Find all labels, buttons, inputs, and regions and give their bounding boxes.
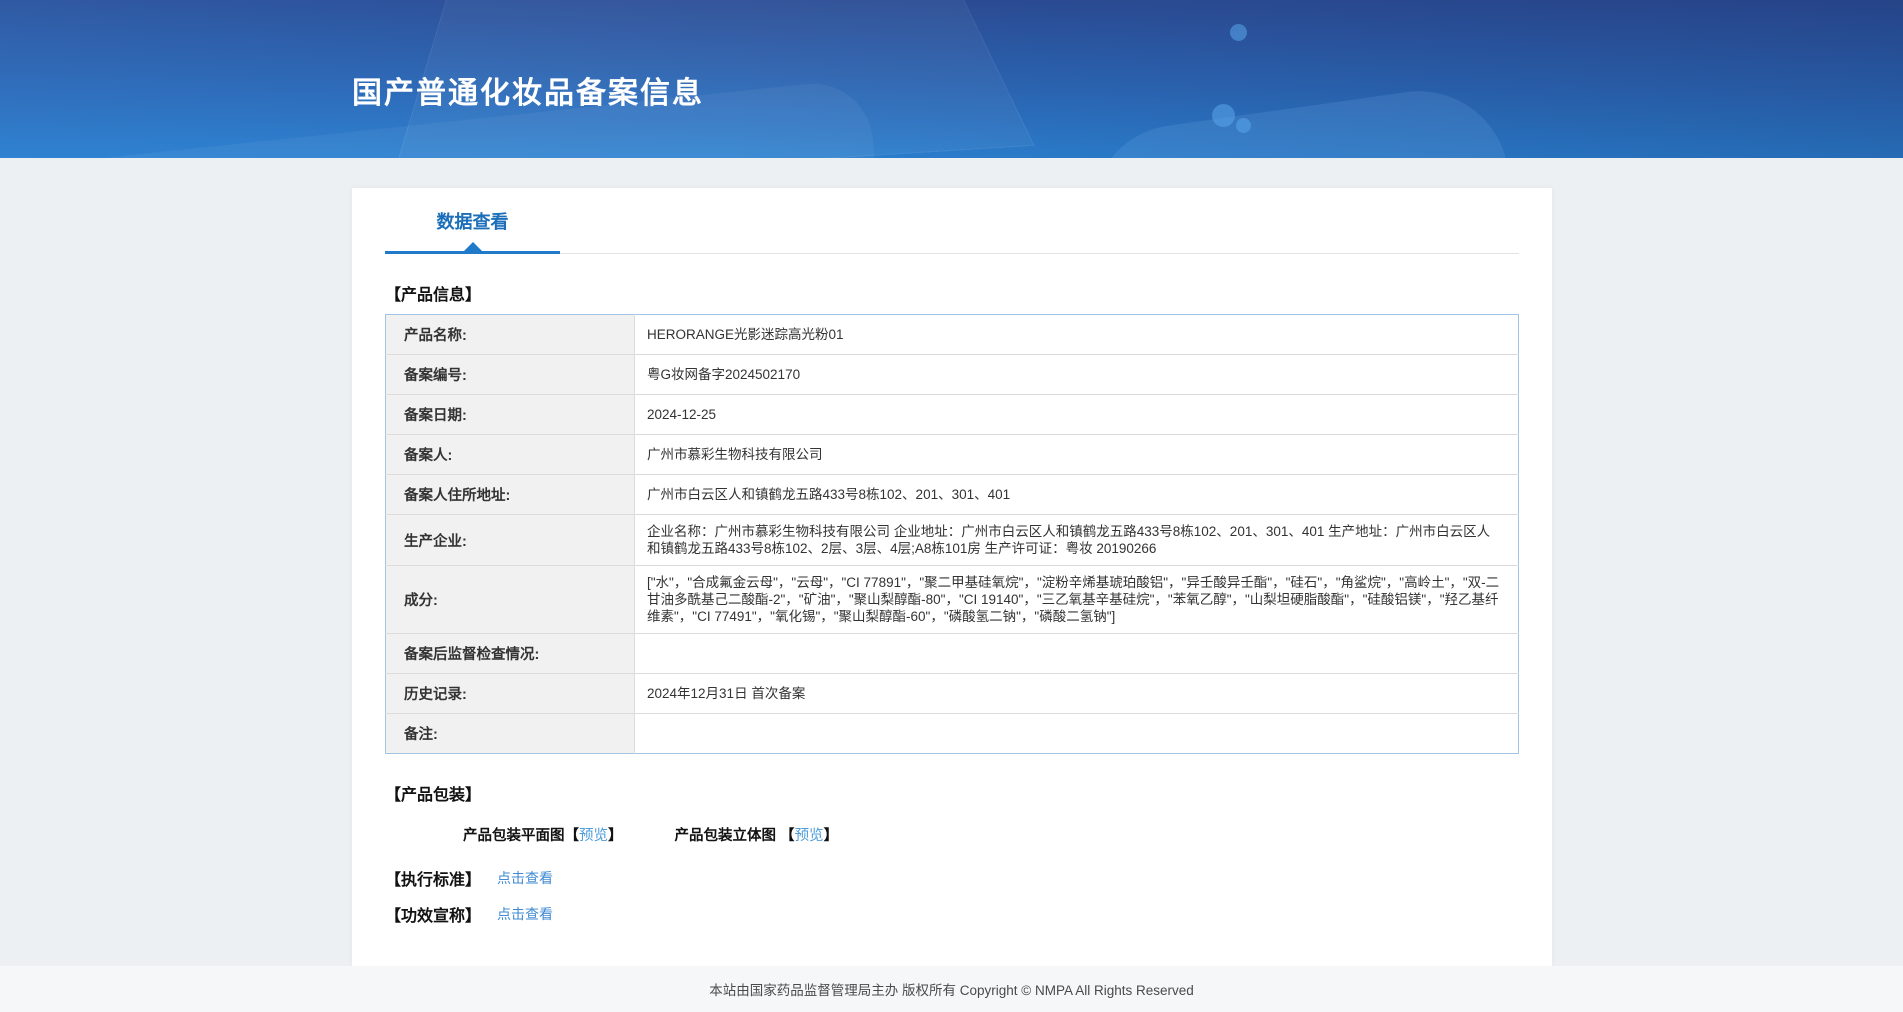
row-value: 2024-12-25 [634,394,1519,435]
table-row: 成分: ["水"，"合成氟金云母"，"云母"，"CI 77891"，"聚二甲基硅… [385,565,1519,634]
page-footer: 本站由国家药品监督管理局主办 版权所有 Copyright © NMPA All… [0,966,1903,1012]
tab-bar: 数据查看 [385,188,1519,254]
table-row: 备案日期: 2024-12-25 [385,394,1519,435]
row-label: 备案人住所地址: [385,474,635,515]
packaging-item-stereo: 产品包装立体图 【预览】 [675,828,839,844]
header-deco-dot [1212,104,1235,127]
packaging-item-flat-bracket: 】 [608,828,623,844]
row-label: 备案人: [385,434,635,475]
efficacy-claim-view-link[interactable]: 点击查看 [497,904,553,924]
row-label: 生产企业: [385,514,635,566]
table-row: 生产企业: 企业名称：广州市慕彩生物科技有限公司 企业地址：广州市白云区人和镇鹤… [385,514,1519,566]
row-label: 成分: [385,565,635,634]
section-heading-product-info: 【产品信息】 [385,287,482,304]
row-value: HERORANGE光影迷踪高光粉01 [634,314,1519,355]
table-row: 备案人住所地址: 广州市白云区人和镇鹤龙五路433号8栋102、201、301、… [385,474,1519,515]
table-row: 备案编号: 粤G妆网备字2024502170 [385,354,1519,395]
table-row: 历史记录: 2024年12月31日 首次备案 [385,673,1519,714]
section-heading-efficacy-claim: 【功效宣称】 [385,908,482,925]
packaging-flat-preview-link[interactable]: 预览 [579,828,608,844]
row-label: 历史记录: [385,673,635,714]
efficacy-claim-row: 【功效宣称】 点击查看 [385,902,1519,926]
packaging-item-stereo-bracket: 】 [823,828,839,844]
active-tab-underline [385,251,560,254]
row-value: 广州市慕彩生物科技有限公司 [634,434,1519,475]
page-title: 国产普通化妆品备案信息 [352,77,704,110]
row-label: 备案后监督检查情况: [385,633,635,674]
table-row: 备注: [385,713,1519,754]
execution-standard-view-link[interactable]: 点击查看 [497,868,553,888]
execution-standard-row: 【执行标准】 点击查看 [385,866,1519,890]
active-tab-pointer-icon [464,242,482,251]
row-value: 粤G妆网备字2024502170 [634,354,1519,395]
packaging-links-row: 产品包装平面图【预览】 产品包装立体图 【预览】 [463,824,1519,845]
packaging-item-flat-label: 产品包装平面图【 [463,828,579,844]
content-card: 数据查看 【产品信息】 产品名称: HERORANGE光影迷踪高光粉01 备案编… [352,188,1552,966]
header-deco-dot [1236,118,1251,133]
header-deco-blob [1079,79,1521,158]
row-value: 企业名称：广州市慕彩生物科技有限公司 企业地址：广州市白云区人和镇鹤龙五路433… [634,514,1519,566]
section-heading-execution-standard: 【执行标准】 [385,872,482,889]
section-heading-product-packaging: 【产品包装】 [385,787,482,804]
row-value [634,633,1519,674]
packaging-item-stereo-label: 产品包装立体图 【 [674,828,795,844]
packaging-item-flat: 产品包装平面图【预览】 [463,828,627,844]
packaging-stereo-preview-link[interactable]: 预览 [795,828,824,844]
row-label: 备案日期: [385,394,635,435]
table-row: 备案人: 广州市慕彩生物科技有限公司 [385,434,1519,475]
footer-copyright-text: 本站由国家药品监督管理局主办 版权所有 Copyright © NMPA All… [709,983,1194,998]
page-header: 国产普通化妆品备案信息 [0,0,1903,158]
row-value: 广州市白云区人和镇鹤龙五路433号8栋102、201、301、401 [634,474,1519,515]
row-label: 备注: [385,713,635,754]
product-info-table: 产品名称: HERORANGE光影迷踪高光粉01 备案编号: 粤G妆网备字202… [385,314,1519,754]
table-row: 备案后监督检查情况: [385,633,1519,674]
row-value [635,714,1519,754]
row-label: 备案编号: [385,354,635,395]
row-value: ["水"，"合成氟金云母"，"云母"，"CI 77891"，"聚二甲基硅氧烷"，… [634,565,1519,634]
header-deco-dot [1230,24,1247,41]
table-row: 产品名称: HERORANGE光影迷踪高光粉01 [385,314,1519,355]
row-value: 2024年12月31日 首次备案 [634,673,1519,714]
tab-data-view-label: 数据查看 [436,212,509,232]
row-label: 产品名称: [385,314,635,355]
